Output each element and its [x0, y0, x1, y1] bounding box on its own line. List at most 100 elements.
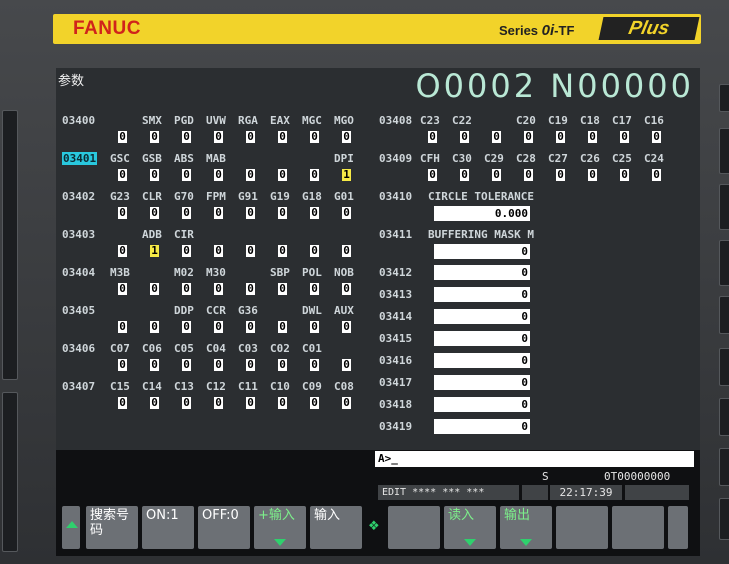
param-value[interactable]: 0	[434, 331, 530, 346]
bit-value[interactable]: 0	[310, 131, 319, 143]
param-number[interactable]: 03413	[379, 288, 412, 301]
softkey[interactable]: ON:1	[142, 506, 194, 549]
bit-value[interactable]: 0	[118, 245, 127, 257]
bit-value[interactable]: 0	[214, 321, 223, 333]
bit-value[interactable]: 0	[556, 169, 565, 181]
bit-value[interactable]: 0	[310, 169, 319, 181]
bit-value[interactable]: 0	[342, 131, 351, 143]
param-number[interactable]: 03408	[379, 114, 412, 127]
bit-value[interactable]: 0	[182, 169, 191, 181]
bit-value[interactable]: 0	[182, 283, 191, 295]
right-side-key[interactable]	[719, 128, 729, 174]
bit-value[interactable]: 0	[182, 321, 191, 333]
bit-value[interactable]: 0	[278, 207, 287, 219]
param-number[interactable]: 03415	[379, 332, 412, 345]
param-number[interactable]: 03419	[379, 420, 412, 433]
softkey[interactable]: OFF:0	[198, 506, 250, 549]
right-side-key[interactable]	[719, 348, 729, 386]
right-side-key[interactable]	[719, 84, 729, 112]
param-value[interactable]: 0	[434, 375, 530, 390]
bit-value[interactable]: 0	[182, 131, 191, 143]
bit-value[interactable]: 0	[278, 169, 287, 181]
bit-value[interactable]: 0	[246, 131, 255, 143]
bit-value[interactable]: 0	[278, 245, 287, 257]
param-value[interactable]: 0	[434, 353, 530, 368]
bit-value[interactable]: 0	[150, 207, 159, 219]
param-number[interactable]: 03400	[62, 114, 95, 127]
bit-value[interactable]: 0	[182, 397, 191, 409]
bit-value[interactable]: 0	[342, 397, 351, 409]
param-number[interactable]: 03409	[379, 152, 412, 165]
bit-value[interactable]: 0	[246, 245, 255, 257]
bit-value[interactable]: 0	[310, 397, 319, 409]
bit-value[interactable]: 0	[182, 207, 191, 219]
left-side-key[interactable]	[2, 392, 18, 552]
bit-value[interactable]: 0	[310, 207, 319, 219]
param-number[interactable]: 03407	[62, 380, 95, 393]
param-value[interactable]: 0	[434, 265, 530, 280]
bit-value[interactable]: 0	[214, 169, 223, 181]
bit-value[interactable]: 0	[278, 397, 287, 409]
bit-value[interactable]: 0	[460, 169, 469, 181]
right-side-key[interactable]	[719, 498, 729, 540]
param-value[interactable]: 0	[434, 244, 530, 259]
bit-value[interactable]: 1	[342, 169, 351, 181]
param-number[interactable]: 03406	[62, 342, 95, 355]
bit-value[interactable]: 0	[150, 169, 159, 181]
bit-value[interactable]: 0	[150, 321, 159, 333]
bit-value[interactable]: 0	[588, 169, 597, 181]
param-number[interactable]: 03403	[62, 228, 95, 241]
bit-value[interactable]: 0	[246, 321, 255, 333]
right-side-key[interactable]	[719, 448, 729, 486]
softkey[interactable]	[388, 506, 440, 549]
bit-value[interactable]: 0	[342, 359, 351, 371]
param-number[interactable]: 03401	[62, 152, 98, 165]
softkey[interactable]: 读入	[444, 506, 496, 549]
bit-value[interactable]: 0	[278, 321, 287, 333]
bit-value[interactable]: 0	[342, 245, 351, 257]
param-number[interactable]: 03417	[379, 376, 412, 389]
bit-value[interactable]: 1	[150, 245, 159, 257]
bit-value[interactable]: 0	[492, 169, 501, 181]
bit-value[interactable]: 0	[118, 283, 127, 295]
param-number[interactable]: 03405	[62, 304, 95, 317]
softkey[interactable]: ❖	[366, 506, 384, 549]
softkey[interactable]: 输出	[500, 506, 552, 549]
bit-value[interactable]: 0	[150, 131, 159, 143]
param-value[interactable]: 0.000	[434, 206, 530, 221]
softkey[interactable]: +输入	[254, 506, 306, 549]
bit-value[interactable]: 0	[278, 131, 287, 143]
bit-value[interactable]: 0	[278, 359, 287, 371]
bit-value[interactable]: 0	[118, 397, 127, 409]
bit-value[interactable]: 0	[118, 169, 127, 181]
softkey[interactable]	[556, 506, 608, 549]
param-value[interactable]: 0	[434, 419, 530, 434]
bit-value[interactable]: 0	[310, 321, 319, 333]
bit-value[interactable]: 0	[428, 131, 437, 143]
softkey[interactable]: 搜索号码	[86, 506, 138, 549]
bit-value[interactable]: 0	[214, 245, 223, 257]
bit-value[interactable]: 0	[588, 131, 597, 143]
softkey[interactable]	[612, 506, 664, 549]
bit-value[interactable]: 0	[214, 283, 223, 295]
bit-value[interactable]: 0	[310, 245, 319, 257]
param-value[interactable]: 0	[434, 397, 530, 412]
bit-value[interactable]: 0	[620, 131, 629, 143]
bit-value[interactable]: 0	[492, 131, 501, 143]
right-side-key[interactable]	[719, 184, 729, 230]
command-input[interactable]: A>_	[375, 451, 694, 467]
right-side-key[interactable]	[719, 240, 729, 286]
bit-value[interactable]: 0	[652, 169, 661, 181]
bit-value[interactable]: 0	[460, 131, 469, 143]
bit-value[interactable]: 0	[246, 169, 255, 181]
param-number[interactable]: 03416	[379, 354, 412, 367]
bit-value[interactable]: 0	[118, 131, 127, 143]
param-number[interactable]: 03404	[62, 266, 95, 279]
param-value[interactable]: 0	[434, 309, 530, 324]
bit-value[interactable]: 0	[118, 207, 127, 219]
bit-value[interactable]: 0	[214, 359, 223, 371]
bit-value[interactable]: 0	[118, 321, 127, 333]
param-value[interactable]: 0	[434, 287, 530, 302]
right-side-key[interactable]	[719, 398, 729, 436]
bit-value[interactable]: 0	[214, 131, 223, 143]
